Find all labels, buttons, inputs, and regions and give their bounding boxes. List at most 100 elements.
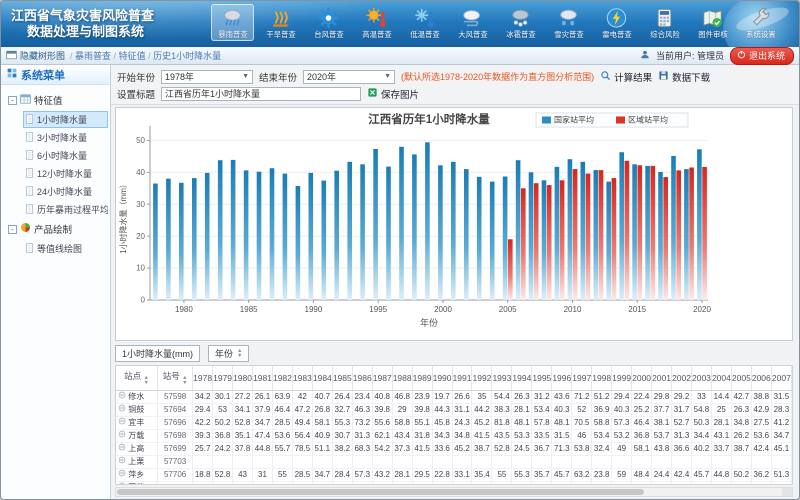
- breadcrumb-item[interactable]: 特征值: [119, 51, 146, 61]
- row-expand-icon[interactable]: [118, 431, 126, 440]
- row-expand-icon[interactable]: [118, 392, 126, 401]
- column-header-year[interactable]: 1985: [332, 366, 352, 390]
- column-header-year[interactable]: 1997: [572, 366, 592, 390]
- column-header-year[interactable]: 1986: [352, 366, 372, 390]
- tree-item[interactable]: 12小时降水量: [23, 165, 108, 182]
- column-header-station[interactable]: 站点 ▲▼: [116, 366, 158, 390]
- column-header-year[interactable]: 2004: [711, 366, 731, 390]
- toolbar-item-hail[interactable]: 冰雹普查: [499, 4, 542, 41]
- value-cell: 48.4: [632, 468, 652, 481]
- value-cell: 26.2: [731, 429, 751, 442]
- breadcrumb-item[interactable]: 暴雨普查: [75, 51, 111, 61]
- year-filter-box[interactable]: 年份 ▲▼: [208, 345, 249, 362]
- toolbar-item-cold[interactable]: 低温普查: [403, 4, 446, 41]
- logout-button[interactable]: 退出系统: [730, 47, 794, 65]
- unit-filter-box[interactable]: 1小时降水量(mm): [115, 345, 200, 362]
- toolbar-item-wind[interactable]: 大风普查: [451, 4, 494, 41]
- tree-item[interactable]: 1小时降水量: [23, 111, 108, 128]
- chart-title-input[interactable]: [161, 87, 361, 101]
- toolbar-item-heat[interactable]: 高温普查: [355, 4, 398, 41]
- table-row[interactable]: 莲花5770922.636.236.937.145.541.923.430.23…: [116, 481, 792, 485]
- toolbar-item-drought[interactable]: 干旱普查: [259, 4, 302, 41]
- column-header-year[interactable]: 1999: [612, 366, 632, 390]
- calculate-button[interactable]: 计算结果: [600, 70, 652, 84]
- tree-expander-icon[interactable]: -: [8, 96, 17, 105]
- toolbar-item-rain[interactable]: 暴雨普查: [211, 4, 254, 41]
- download-button[interactable]: 数据下载: [658, 70, 710, 84]
- value-cell: 19.7: [432, 390, 452, 403]
- station-id-cell: 57694: [158, 403, 193, 416]
- hide-tree-toggle[interactable]: 隐藏树形图: [6, 49, 65, 62]
- column-header-year[interactable]: 2006: [751, 366, 771, 390]
- column-header-year[interactable]: 2002: [672, 366, 692, 390]
- column-header-year[interactable]: 1995: [532, 366, 552, 390]
- row-expand-icon[interactable]: [118, 457, 126, 466]
- end-year-select[interactable]: 2020年 ▼: [303, 70, 395, 84]
- column-header-year[interactable]: 1996: [552, 366, 572, 390]
- value-cell: 37.7: [652, 403, 672, 416]
- column-header-year[interactable]: 1978: [193, 366, 213, 390]
- breadcrumb-item[interactable]: 历史1小时降水量: [153, 51, 221, 61]
- start-year-select[interactable]: 1978年 ▼: [161, 70, 253, 84]
- sort-arrows-icon[interactable]: ▲▼: [144, 376, 149, 385]
- column-header-station-id[interactable]: 站号 ▲▼: [158, 366, 193, 390]
- table-row[interactable]: 铜鼓5769429.45334.137.946.447.226.832.746.…: [116, 403, 792, 416]
- toolbar-item-risk[interactable]: 综合风险: [643, 4, 686, 41]
- column-header-year[interactable]: 1982: [272, 366, 292, 390]
- tree-group-pie[interactable]: -产品绘制: [3, 219, 108, 239]
- column-header-year[interactable]: 1984: [312, 366, 332, 390]
- value-cell: 41.2: [771, 416, 791, 429]
- column-header-year[interactable]: 1990: [432, 366, 452, 390]
- horizontal-scrollbar[interactable]: [115, 487, 793, 497]
- toolbar-item-review[interactable]: 图件审核: [691, 4, 734, 41]
- column-header-year[interactable]: 1983: [292, 366, 312, 390]
- range-hint-text: (默认所选1978-2020年数据作为直方图分析范围): [401, 70, 594, 83]
- tree-expander-icon[interactable]: -: [8, 225, 17, 234]
- column-header-year[interactable]: 1998: [592, 366, 612, 390]
- column-header-year[interactable]: 1994: [512, 366, 532, 390]
- sort-arrows-icon[interactable]: ▲▼: [237, 349, 242, 358]
- column-header-year[interactable]: 1981: [253, 366, 273, 390]
- column-header-year[interactable]: 2000: [632, 366, 652, 390]
- row-expand-icon[interactable]: [118, 444, 126, 453]
- row-expand-icon[interactable]: [118, 418, 126, 427]
- column-header-year[interactable]: 1992: [472, 366, 492, 390]
- column-header-year[interactable]: 1993: [492, 366, 512, 390]
- column-header-year[interactable]: 2001: [652, 366, 672, 390]
- column-header-year[interactable]: 2007: [771, 366, 791, 390]
- toolbar-item-snow[interactable]: 雪灾普查: [547, 4, 590, 41]
- column-header-year[interactable]: 1991: [452, 366, 472, 390]
- column-header-year[interactable]: 1988: [392, 366, 412, 390]
- column-header-year[interactable]: 2005: [731, 366, 751, 390]
- row-expand-icon[interactable]: [118, 470, 126, 479]
- pie-icon: [20, 222, 31, 236]
- toolbar-item-typhoon[interactable]: 台风普查: [307, 4, 350, 41]
- column-header-year[interactable]: 2003: [691, 366, 711, 390]
- column-header-year[interactable]: 1979: [213, 366, 233, 390]
- row-expand-icon[interactable]: [118, 405, 126, 414]
- toolbar-item-lightning[interactable]: 雷电普查: [595, 4, 638, 41]
- column-header-year[interactable]: 1980: [233, 366, 253, 390]
- sort-arrows-icon[interactable]: ▲▼: [182, 376, 187, 385]
- tree-group-table[interactable]: -特征值: [3, 90, 108, 110]
- tree-item[interactable]: 历年暴雨过程平均雨量: [23, 201, 108, 218]
- row-expand-icon[interactable]: [118, 483, 126, 485]
- scrollbar-thumb[interactable]: [117, 489, 644, 495]
- tree-item[interactable]: 24小时降水量: [23, 183, 108, 200]
- column-header-year[interactable]: 1987: [372, 366, 392, 390]
- table-row[interactable]: 修水5759834.230.127.226.163.94240.726.423.…: [116, 390, 792, 403]
- tree-item[interactable]: 6小时降水量: [23, 147, 108, 164]
- table-row[interactable]: 萍乡5770618.852.843315528.534.728.457.343.…: [116, 468, 792, 481]
- table-row[interactable]: 宜丰5769642.250.252.834.728.549.458.155.37…: [116, 416, 792, 429]
- column-header-year[interactable]: 1989: [412, 366, 432, 390]
- table-row[interactable]: 上栗57703: [116, 455, 792, 468]
- table-row[interactable]: 上高5769925.724.237.844.855.778.551.138.26…: [116, 442, 792, 455]
- value-cell: 53.2: [452, 481, 472, 485]
- svg-text:2020: 2020: [693, 305, 711, 314]
- tree-item[interactable]: 等值线绘图: [23, 240, 108, 257]
- value-cell: 33.1: [452, 468, 472, 481]
- table-row[interactable]: 万载5769839.336.835.147.453.656.440.930.73…: [116, 429, 792, 442]
- save-image-button[interactable]: 保存图片: [367, 87, 419, 101]
- toolbar-item-settings[interactable]: 系统设置: [739, 4, 782, 41]
- tree-item[interactable]: 3小时降水量: [23, 129, 108, 146]
